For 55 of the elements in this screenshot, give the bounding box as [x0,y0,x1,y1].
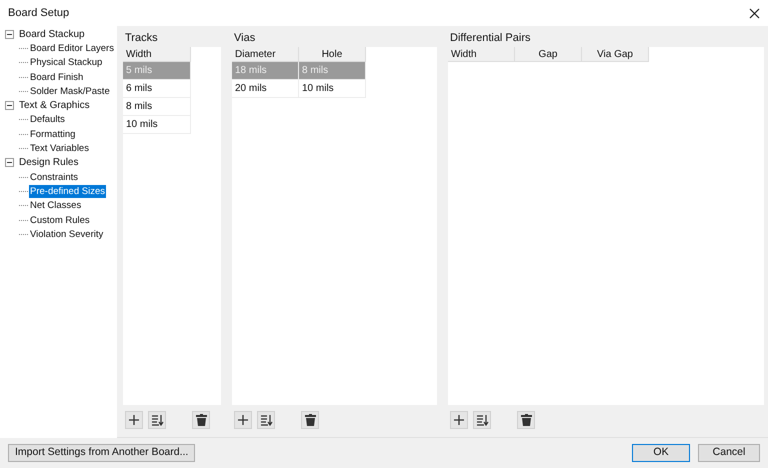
column-header[interactable]: Hole [299,47,366,62]
delete-button[interactable] [192,411,210,429]
section-title: Vias [233,31,256,46]
collapse-icon[interactable] [5,101,14,110]
trash-icon [196,414,206,426]
ok-button[interactable]: OK [632,444,690,462]
tree-item[interactable]: Formatting [29,128,76,141]
trash-icon [304,414,316,426]
column-header[interactable]: Width [123,47,191,62]
column-header[interactable]: Via Gap [582,47,649,62]
section-title: Differential Pairs [449,31,532,46]
sort-icon [260,414,272,426]
add-button[interactable] [125,411,143,429]
tree-item[interactable]: Solder Mask/Paste [29,84,111,98]
column-header[interactable]: Diameter [232,47,299,62]
tree-item[interactable]: Board Stackup [18,28,86,41]
table-cell[interactable]: 6 mils [123,80,191,98]
tree-item[interactable]: Violation Severity [29,228,104,241]
add-icon [237,414,249,426]
tree-item[interactable]: Constraints [29,170,80,184]
tree-item[interactable]: Net Classes [29,199,82,212]
tree-item[interactable]: Design Rules [18,156,80,170]
add-button[interactable] [450,411,468,429]
tree-item[interactable]: Pre-defined Sizes [29,184,106,198]
sort-button[interactable] [257,411,275,429]
tree-item[interactable]: Text & Graphics [18,99,91,112]
tree-item[interactable]: Board Editor Layers [29,42,115,55]
tree-item[interactable]: Text Variables [29,142,90,156]
window-title: Board Setup [8,6,70,21]
delete-button[interactable] [517,411,535,429]
trash-icon [520,414,532,426]
close-icon[interactable] [749,8,760,18]
column-header[interactable]: Width [448,47,515,62]
sort-icon [150,414,164,426]
sort-button[interactable] [148,411,166,429]
tree-item[interactable]: Custom Rules [29,214,91,226]
add-button[interactable] [234,411,252,429]
cancel-button[interactable]: Cancel [698,444,760,462]
table-cell[interactable]: 20 mils [232,80,299,98]
import-settings-button[interactable]: Import Settings from Another Board... [8,444,196,462]
sort-button[interactable] [473,411,491,429]
tree-item[interactable]: Physical Stackup [29,56,104,70]
delete-button[interactable] [301,411,319,429]
collapse-icon[interactable] [5,30,14,39]
tree-item[interactable]: Defaults [29,113,66,126]
collapse-icon[interactable] [5,158,14,168]
tree-item[interactable]: Board Finish [29,70,84,84]
add-icon [453,414,465,426]
table-cell[interactable]: 10 mils [299,80,366,98]
table-cell[interactable]: 8 mils [123,98,191,116]
sort-icon [476,414,488,426]
add-icon [128,414,140,426]
column-header[interactable]: Gap [515,47,582,62]
table-cell[interactable]: 10 mils [123,116,191,134]
section-title: Tracks [124,31,159,46]
